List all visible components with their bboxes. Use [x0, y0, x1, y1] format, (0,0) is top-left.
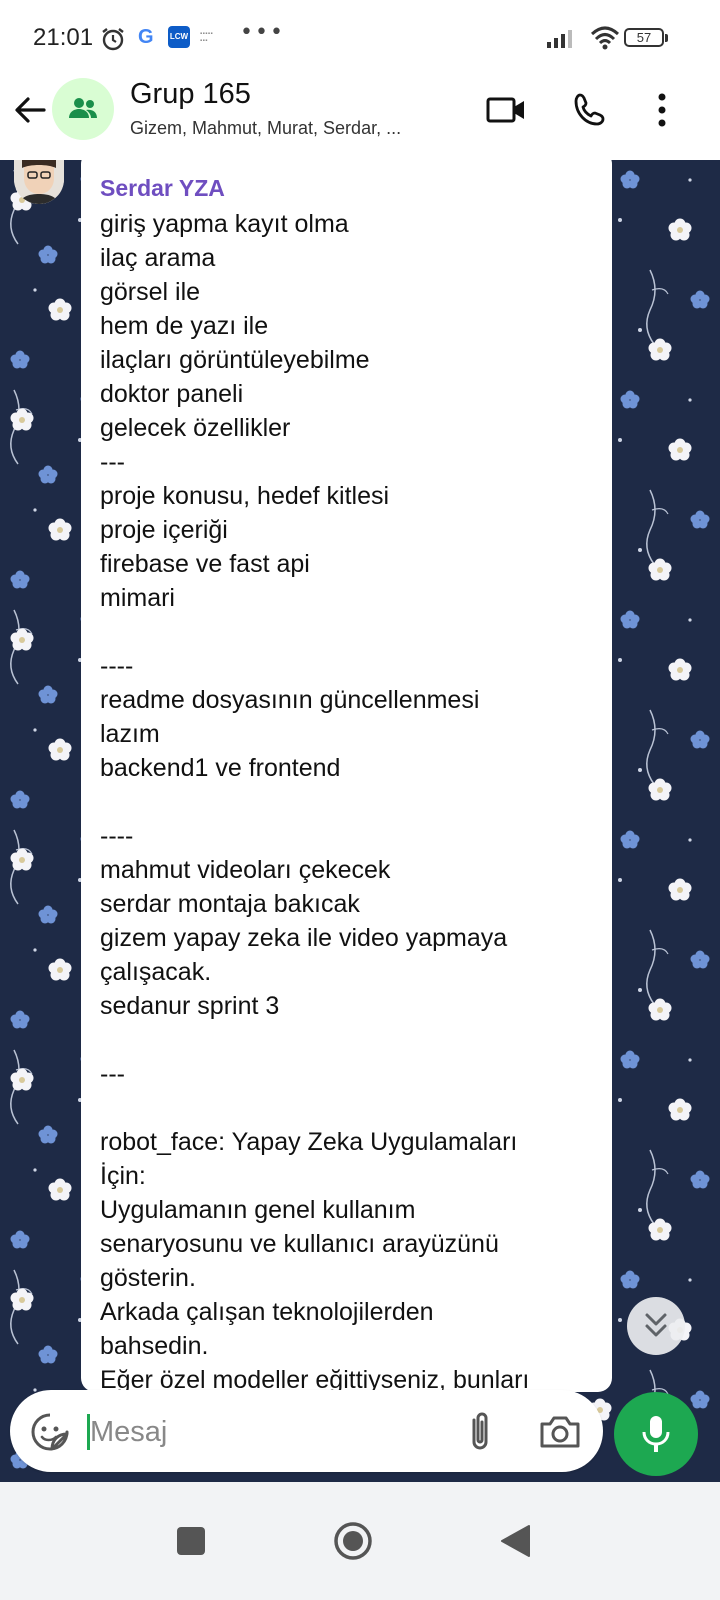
brand-app-icon: ▪▪▪▪▪ ▪▪▪ — [200, 31, 214, 44]
more-notifications-icon: ••• — [240, 20, 285, 45]
google-icon: G — [138, 26, 154, 48]
compose-box[interactable] — [10, 1390, 603, 1472]
group-icon — [69, 98, 97, 118]
paperclip-icon — [472, 1412, 488, 1450]
battery-tip — [665, 34, 668, 42]
chat-members-subtitle[interactable]: Gizem, Mahmut, Murat, Serdar, ... — [130, 118, 401, 139]
message-text: giriş yapma kayıt olma ilaç arama görsel… — [100, 210, 530, 1392]
message-input[interactable] — [90, 1410, 430, 1454]
vertical-dots-icon — [658, 93, 666, 127]
battery-icon: 57 — [624, 28, 664, 47]
double-chevron-down-icon — [645, 1313, 667, 1337]
microphone-icon — [642, 1416, 670, 1452]
triangle-back-icon — [501, 1525, 530, 1557]
sticker-icon — [31, 1413, 69, 1451]
system-back-button[interactable] — [490, 1516, 540, 1566]
home-button[interactable] — [328, 1516, 378, 1566]
group-avatar[interactable] — [52, 78, 114, 140]
attach-button[interactable] — [460, 1410, 500, 1454]
voice-call-button[interactable] — [566, 88, 614, 132]
message-sender-name[interactable]: Serdar YZA — [100, 175, 225, 202]
signal-icon — [547, 28, 577, 52]
camera-button[interactable] — [538, 1412, 582, 1452]
phone-icon — [574, 93, 605, 126]
status-time: 21:01 — [33, 24, 94, 51]
message-bubble[interactable]: Serdar YZA giriş yapma kayıt olma ilaç a… — [81, 160, 612, 1392]
status-bar: 21:01 G LCW ▪▪▪▪▪ ▪▪▪ ••• 57 — [0, 0, 720, 78]
wifi-icon — [590, 26, 620, 54]
voice-message-button[interactable] — [614, 1392, 698, 1476]
video-camera-icon — [486, 97, 524, 123]
scroll-to-bottom-button[interactable] — [627, 1297, 685, 1355]
arrow-left-icon — [15, 97, 46, 123]
sticker-emoji-button[interactable] — [30, 1412, 70, 1452]
square-icon — [177, 1527, 205, 1555]
recents-button[interactable] — [166, 1516, 216, 1566]
chat-area[interactable]: Serdar YZA giriş yapma kayıt olma ilaç a… — [0, 160, 720, 1482]
chat-title[interactable]: Grup 165 — [130, 78, 251, 111]
system-navigation-bar — [0, 1482, 720, 1600]
alarm-icon — [100, 26, 126, 56]
video-call-button[interactable] — [482, 88, 530, 132]
more-options-button[interactable] — [646, 88, 678, 132]
back-button[interactable] — [8, 88, 52, 132]
chat-header: Grup 165 Gizem, Mahmut, Murat, Serdar, .… — [0, 78, 720, 160]
home-circle-icon — [334, 1522, 372, 1560]
compose-bar — [0, 1382, 720, 1482]
lcw-app-icon: LCW — [168, 26, 190, 48]
camera-icon — [540, 1416, 580, 1448]
